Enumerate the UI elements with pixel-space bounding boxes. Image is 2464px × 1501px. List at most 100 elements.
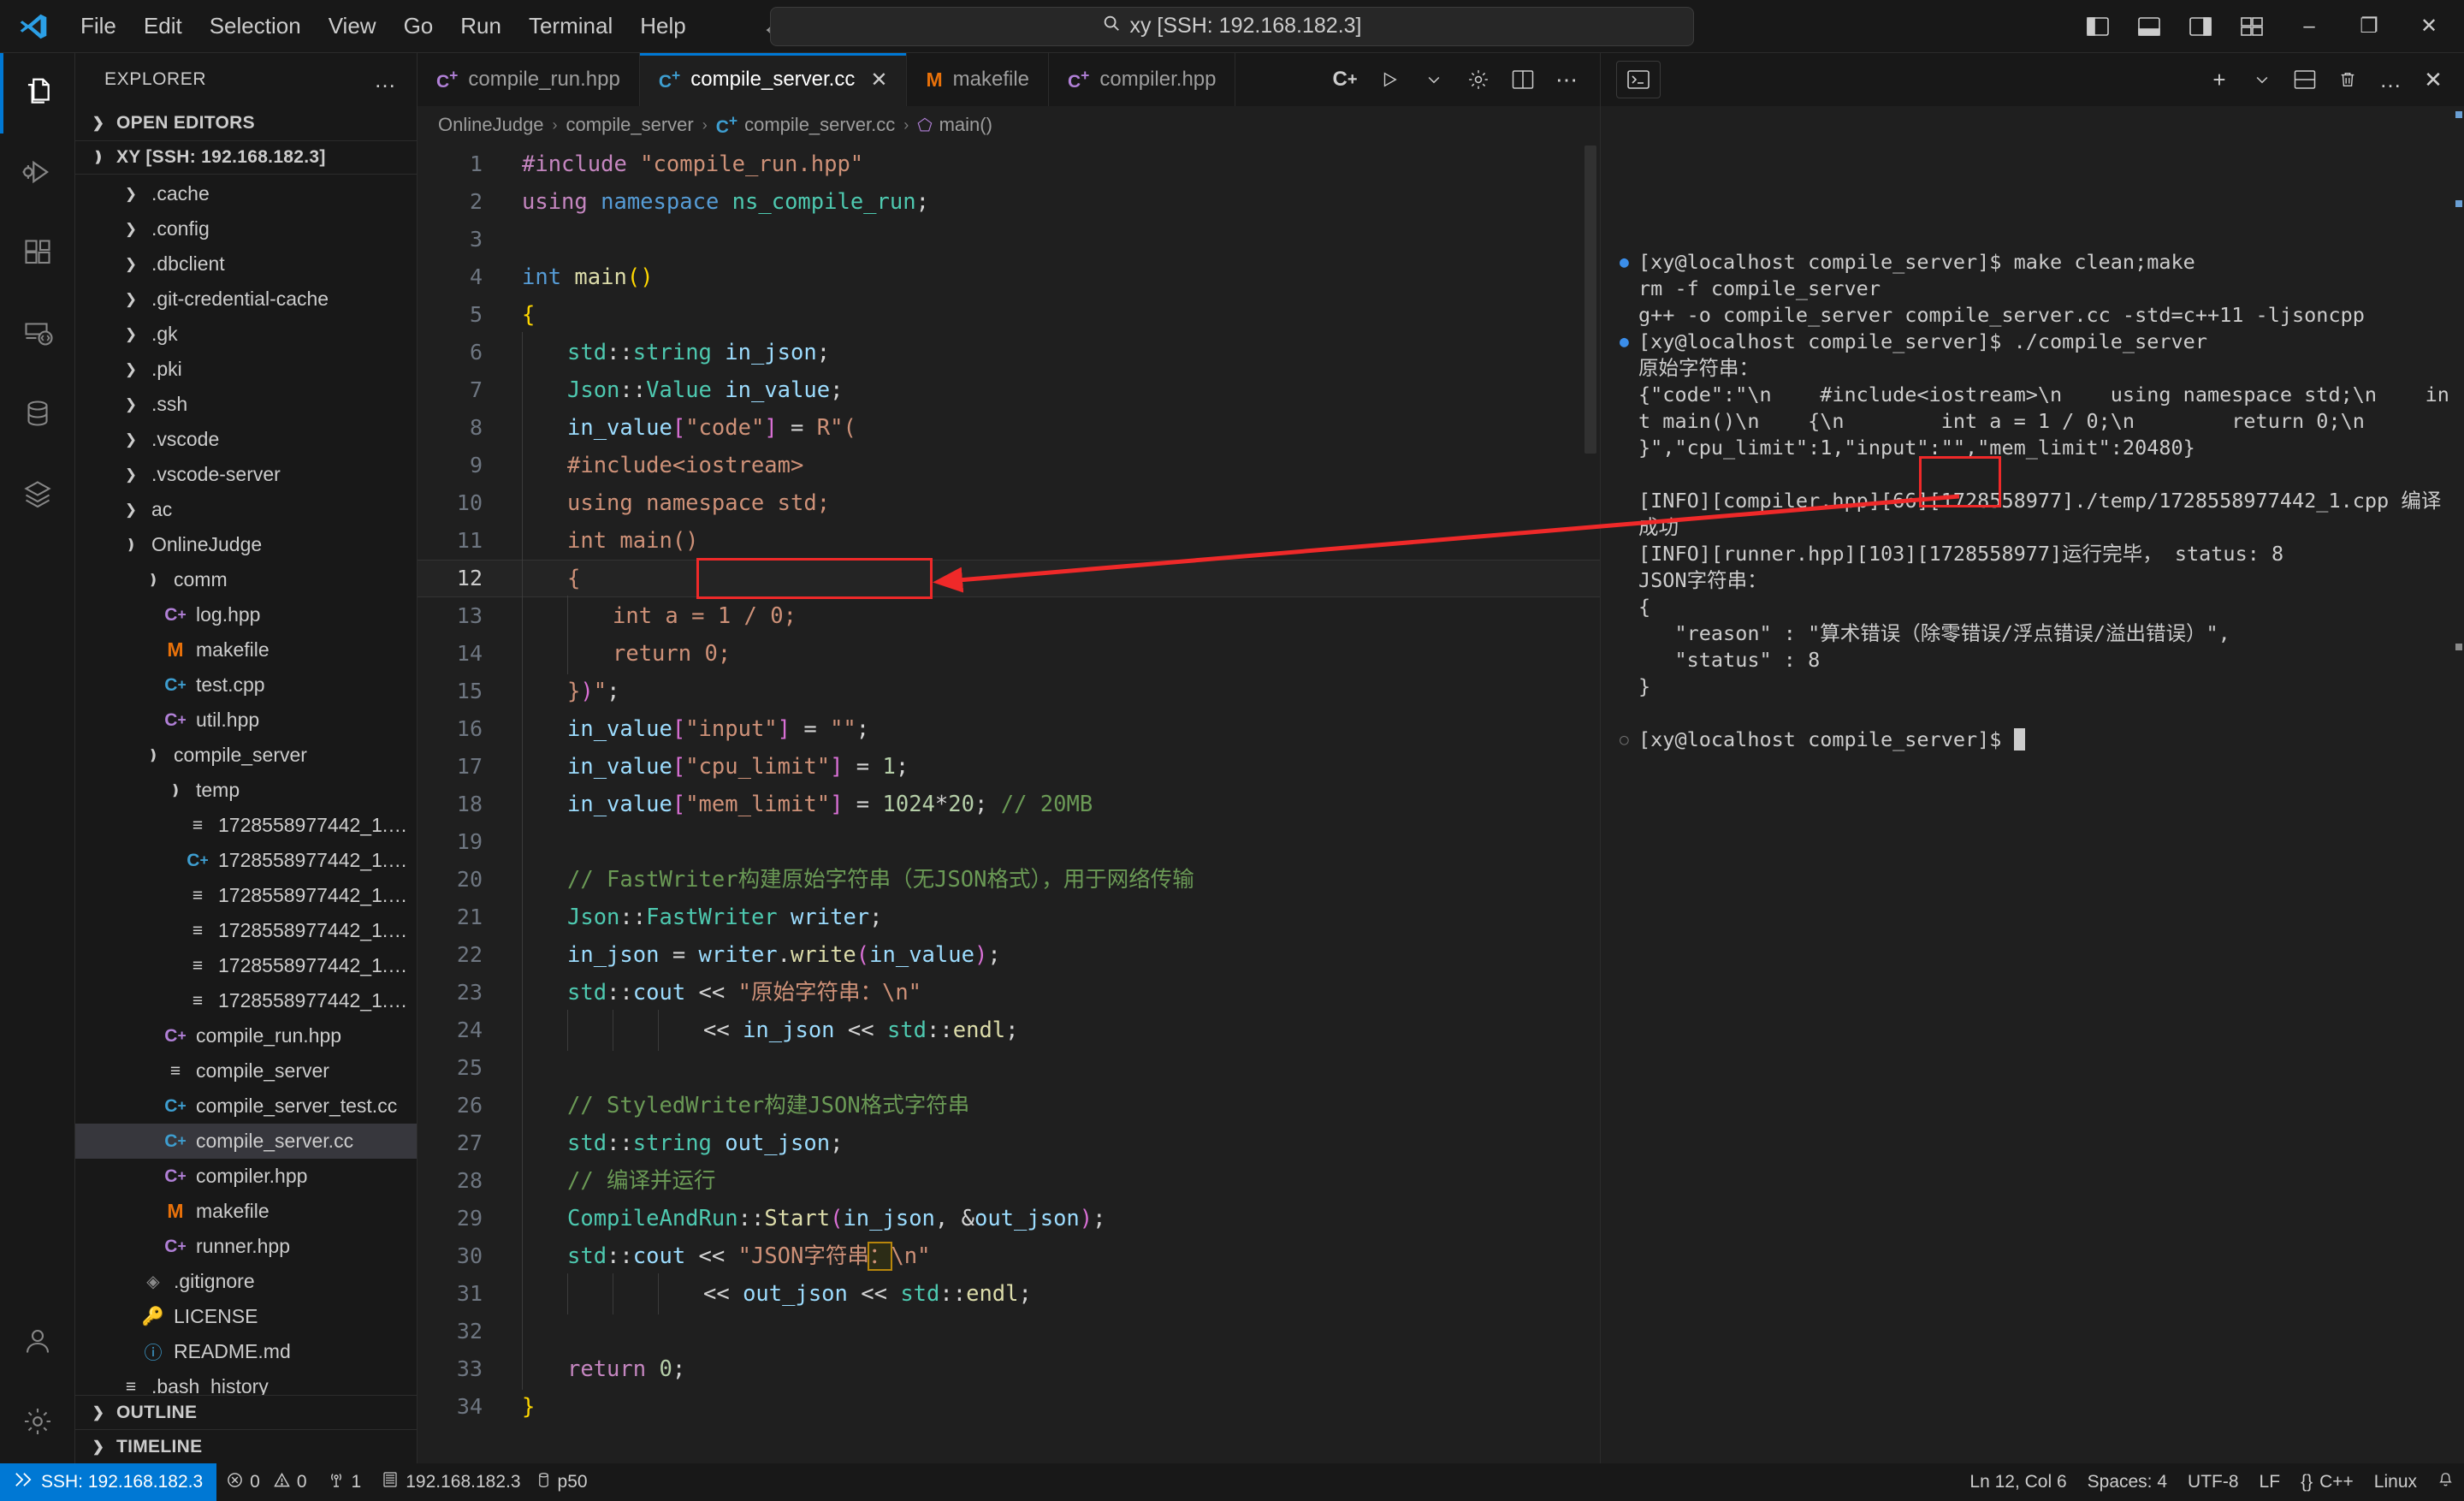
customize-layout-icon[interactable] <box>2228 6 2276 47</box>
section-open-editors[interactable]: ❯ OPEN EDITORS <box>75 106 417 140</box>
activity-run-debug[interactable] <box>0 133 75 214</box>
minimize-button[interactable]: – <box>2279 0 2339 53</box>
close-window-button[interactable]: ✕ <box>2399 0 2459 53</box>
tree-item[interactable]: C+test.cpp <box>75 667 417 703</box>
activity-database[interactable] <box>0 375 75 455</box>
tree-item[interactable]: C+compile_server.cc <box>75 1124 417 1159</box>
tree-item[interactable]: Mmakefile <box>75 1194 417 1229</box>
maximize-button[interactable]: ❐ <box>2339 0 2399 53</box>
tree-item[interactable]: ❯.gk <box>75 317 417 352</box>
sidebar-more-icon[interactable]: … <box>374 67 398 93</box>
tree-item[interactable]: ◈.gitignore <box>75 1264 417 1299</box>
menu-file[interactable]: File <box>67 8 130 44</box>
split-editor-icon[interactable] <box>1502 59 1543 100</box>
tab-close-icon[interactable]: ✕ <box>870 68 887 92</box>
status-ports[interactable]: 1 <box>317 1463 372 1501</box>
tree-item[interactable]: C+compiler.hpp <box>75 1159 417 1194</box>
toggle-panel-icon[interactable] <box>2125 6 2173 47</box>
tree-item[interactable]: ❯.dbclient <box>75 246 417 282</box>
menu-selection[interactable]: Selection <box>196 8 315 44</box>
activity-accounts[interactable] <box>0 1302 75 1383</box>
tree-item[interactable]: C+compile_server_test.cc <box>75 1089 417 1124</box>
tree-item[interactable]: ❫OnlineJudge <box>75 527 417 562</box>
toggle-primary-sidebar-icon[interactable] <box>2074 6 2122 47</box>
menu-view[interactable]: View <box>315 8 390 44</box>
breadcrumb-item[interactable]: C+compile_server.cc <box>716 112 895 138</box>
tree-item[interactable]: ≡1728558977442_1.stderr <box>75 913 417 948</box>
tree-item[interactable]: ❫comm <box>75 562 417 597</box>
tab-compiler-hpp[interactable]: C+ compiler.hpp <box>1049 53 1235 106</box>
status-eol[interactable]: LF <box>2249 1463 2291 1501</box>
tree-item[interactable]: ≡compile_server <box>75 1053 417 1089</box>
tree-item[interactable]: ❯.config <box>75 211 417 246</box>
status-platform[interactable]: Linux <box>2364 1463 2427 1501</box>
menu-go[interactable]: Go <box>390 8 447 44</box>
section-timeline[interactable]: ❯ TIMELINE <box>75 1429 417 1463</box>
menu-run[interactable]: Run <box>447 8 515 44</box>
tree-item[interactable]: ❯ac <box>75 492 417 527</box>
menu-help[interactable]: Help <box>626 8 699 44</box>
command-center-search[interactable]: xy [SSH: 192.168.182.3] <box>770 7 1694 46</box>
cpp-badge-icon[interactable]: C+ <box>1324 59 1365 100</box>
run-icon[interactable] <box>1369 59 1410 100</box>
status-remote-indicator[interactable]: SSH: 192.168.182.3 <box>0 1463 216 1501</box>
tab-makefile[interactable]: M makefile <box>907 53 1049 106</box>
breadcrumb-item[interactable]: OnlineJudge <box>438 114 544 136</box>
more-actions-icon[interactable]: ⋯ <box>1547 59 1588 100</box>
menu-edit[interactable]: Edit <box>130 8 196 44</box>
status-cursor-position[interactable]: Ln 12, Col 6 <box>1959 1463 2076 1501</box>
status-notifications[interactable] <box>2427 1463 2464 1501</box>
tree-item[interactable]: ❫temp <box>75 773 417 808</box>
tree-item[interactable]: C+util.hpp <box>75 703 417 738</box>
activity-explorer[interactable] <box>0 53 75 133</box>
menu-terminal[interactable]: Terminal <box>515 8 626 44</box>
chevron-down-icon[interactable] <box>1413 59 1454 100</box>
tree-item[interactable]: C+1728558977442_1.cpp <box>75 843 417 878</box>
editor-scrollbar[interactable] <box>1583 144 1600 1463</box>
toggle-secondary-sidebar-icon[interactable] <box>2177 6 2224 47</box>
activity-remote-explorer[interactable] <box>0 294 75 375</box>
tree-item[interactable]: ⓘREADME.md <box>75 1334 417 1369</box>
activity-settings[interactable] <box>0 1383 75 1463</box>
tree-item[interactable]: ❯.vscode <box>75 422 417 457</box>
terminal-output[interactable]: ●[xy@localhost compile_server]$ make cle… <box>1601 106 2464 1463</box>
tree-item[interactable]: ≡1728558977442_1.compile_error <box>75 808 417 843</box>
status-language-mode[interactable]: {} C++ <box>2290 1463 2364 1501</box>
breadcrumb-item[interactable]: ⬠main() <box>917 114 992 136</box>
section-outline[interactable]: ❯ OUTLINE <box>75 1395 417 1429</box>
tree-item[interactable]: C+runner.hpp <box>75 1229 417 1264</box>
tree-item[interactable]: ❯.ssh <box>75 387 417 422</box>
kill-terminal-icon[interactable] <box>2327 59 2368 100</box>
split-terminal-icon[interactable] <box>2284 59 2325 100</box>
status-server[interactable]: 192.168.182.3 p50 <box>371 1463 597 1501</box>
tree-item[interactable]: ≡1728558977442_1.exe <box>75 878 417 913</box>
tree-item[interactable]: ❯.git-credential-cache <box>75 282 417 317</box>
tree-item[interactable]: C+compile_run.hpp <box>75 1018 417 1053</box>
status-encoding[interactable]: UTF-8 <box>2177 1463 2249 1501</box>
activity-extensions[interactable] <box>0 214 75 294</box>
tree-item[interactable]: ❯.cache <box>75 176 417 211</box>
more-actions-icon[interactable]: … <box>2370 59 2411 100</box>
chevron-down-icon[interactable] <box>2242 59 2283 100</box>
close-panel-icon[interactable]: ✕ <box>2413 59 2454 100</box>
add-terminal-icon[interactable]: + <box>2199 59 2240 100</box>
tree-item[interactable]: ❫compile_server <box>75 738 417 773</box>
tree-item[interactable]: C+log.hpp <box>75 597 417 632</box>
scrollbar-thumb[interactable] <box>1584 145 1596 454</box>
section-workspace-root[interactable]: ❫ XY [SSH: 192.168.182.3] <box>75 140 417 175</box>
tree-item[interactable]: ≡.bash_history <box>75 1369 417 1395</box>
status-indentation[interactable]: Spaces: 4 <box>2077 1463 2177 1501</box>
tab-compile-run-hpp[interactable]: C+ compile_run.hpp <box>418 53 640 106</box>
tree-item[interactable]: Mmakefile <box>75 632 417 667</box>
tab-compile-server-cc[interactable]: C+ compile_server.cc ✕ <box>640 53 908 106</box>
code-editor[interactable]: 1#include "compile_run.hpp"2using namesp… <box>418 144 1600 1463</box>
breadcrumb-item[interactable]: compile_server <box>566 114 694 136</box>
tree-item[interactable]: ≡1728558977442_1.stdout <box>75 983 417 1018</box>
status-problems[interactable]: 0 0 <box>216 1463 317 1501</box>
tree-item[interactable]: ≡1728558977442_1.stdin <box>75 948 417 983</box>
tree-item[interactable]: 🔑LICENSE <box>75 1299 417 1334</box>
tree-item[interactable]: ❯.vscode-server <box>75 457 417 492</box>
tree-item[interactable]: ❯.pki <box>75 352 417 387</box>
activity-layers[interactable] <box>0 455 75 536</box>
gear-icon[interactable] <box>1458 59 1499 100</box>
